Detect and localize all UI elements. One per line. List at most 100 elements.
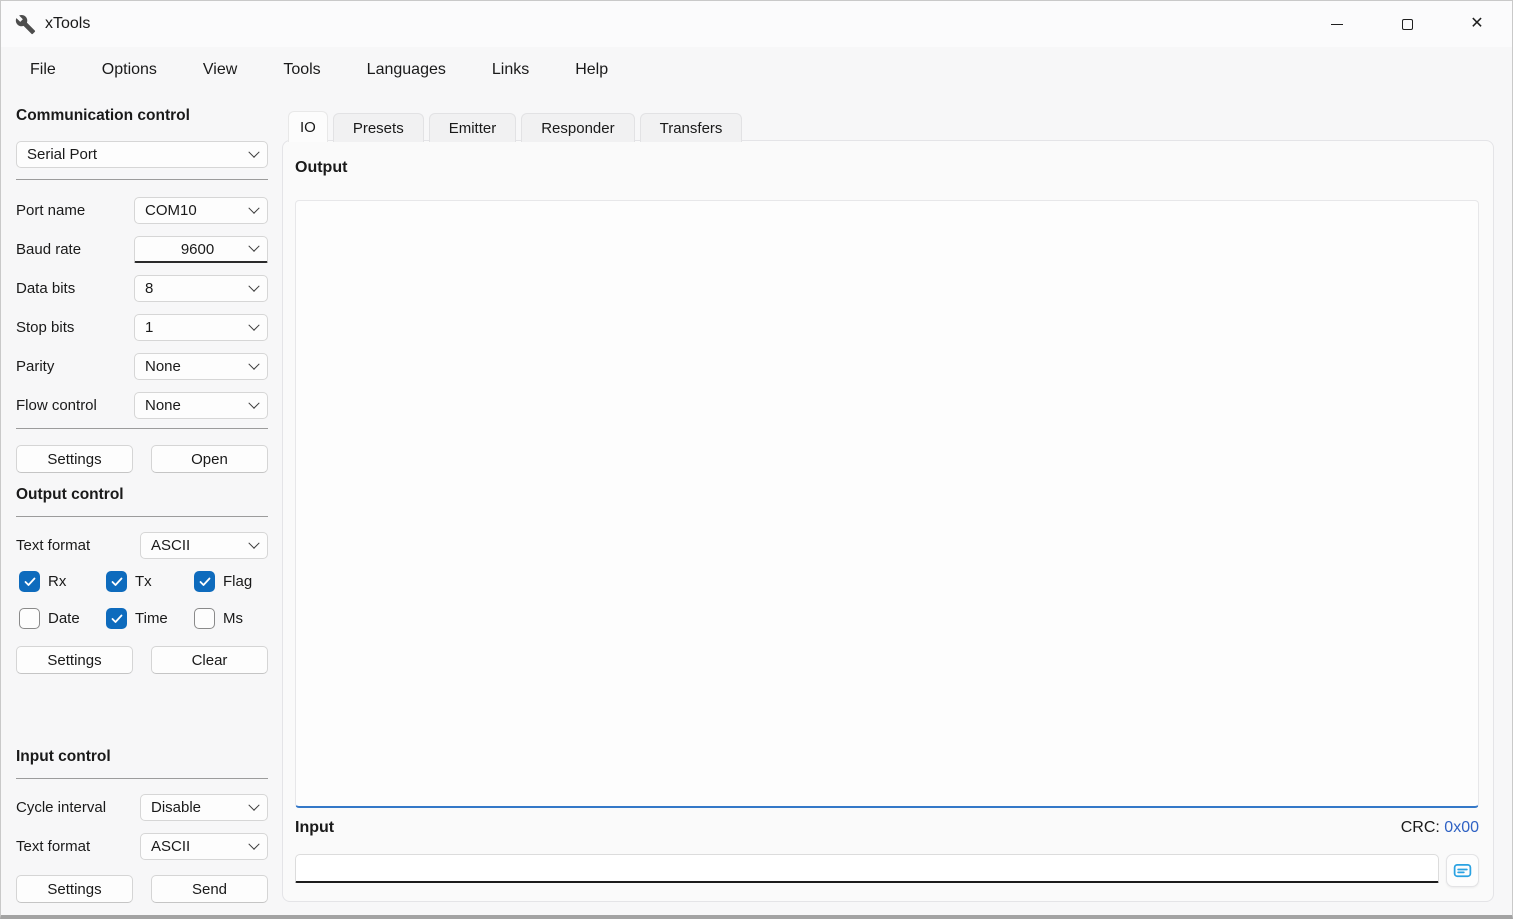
chevron-down-icon [248, 319, 259, 330]
rx-checkbox[interactable]: Rx [19, 571, 106, 592]
device-type-select[interactable]: Serial Port [16, 141, 268, 168]
chevron-down-icon [248, 397, 259, 408]
sidebar: Communication control Serial Port Port n… [16, 107, 268, 903]
parity-label: Parity [16, 358, 54, 375]
communication-control-header: Communication control [16, 107, 268, 129]
cycle-interval-select[interactable]: Disable [140, 794, 268, 821]
close-icon: ✕ [1470, 16, 1483, 32]
caption-buttons: ✕ [1302, 1, 1512, 47]
chevron-down-icon [248, 358, 259, 369]
input-field[interactable] [295, 854, 1439, 883]
text-snippet-icon [1452, 860, 1473, 881]
baud-rate-value: 9600 [145, 241, 250, 258]
flow-control-select[interactable]: None [134, 392, 268, 419]
open-button[interactable]: Open [151, 445, 268, 473]
input-text-format-select[interactable]: ASCII [140, 833, 268, 860]
titlebar: xTools ✕ [1, 1, 1512, 47]
port-name-select[interactable]: COM10 [134, 197, 268, 224]
crc-value: 0x00 [1444, 819, 1479, 836]
menu-view[interactable]: View [180, 55, 260, 85]
checkbox-icon [19, 571, 40, 592]
output-flags: Rx Tx Flag Date Time Ms [16, 571, 268, 629]
minimize-icon [1331, 24, 1343, 25]
chevron-down-icon [248, 838, 259, 849]
stop-bits-label: Stop bits [16, 319, 74, 336]
tab-io[interactable]: IO [288, 111, 328, 142]
checkbox-icon [106, 571, 127, 592]
separator [16, 516, 268, 517]
flow-control-label: Flow control [16, 397, 97, 414]
wrench-icon [15, 13, 37, 35]
port-name-value: COM10 [145, 202, 250, 219]
menu-links[interactable]: Links [469, 55, 552, 85]
output-text-format-select[interactable]: ASCII [140, 532, 268, 559]
tab-emitter[interactable]: Emitter [429, 113, 517, 142]
stop-bits-value: 1 [145, 319, 250, 336]
checkbox-icon [19, 608, 40, 629]
input-settings-popup-button[interactable] [1446, 854, 1479, 887]
baud-rate-select[interactable]: 9600 [134, 236, 268, 263]
port-name-label: Port name [16, 202, 85, 219]
clear-button[interactable]: Clear [151, 646, 268, 674]
minimize-button[interactable] [1302, 1, 1372, 47]
separator [16, 428, 268, 429]
output-section-label: Output [295, 159, 347, 177]
output-settings-button[interactable]: Settings [16, 646, 133, 674]
stop-bits-select[interactable]: 1 [134, 314, 268, 341]
rx-label: Rx [48, 573, 66, 590]
data-bits-select[interactable]: 8 [134, 275, 268, 302]
parity-value: None [145, 358, 250, 375]
output-control-header: Output control [16, 486, 268, 508]
menu-languages[interactable]: Languages [344, 55, 469, 85]
separator [16, 179, 268, 180]
date-checkbox[interactable]: Date [19, 608, 106, 629]
output-area[interactable] [295, 200, 1479, 808]
tx-checkbox[interactable]: Tx [106, 571, 194, 592]
output-text-format-label: Text format [16, 537, 90, 554]
checkbox-icon [194, 608, 215, 629]
output-text-format-value: ASCII [151, 537, 250, 554]
crc-label: CRC: [1401, 819, 1440, 836]
data-bits-label: Data bits [16, 280, 75, 297]
input-control-header: Input control [16, 748, 268, 770]
input-settings-button[interactable]: Settings [16, 875, 133, 903]
tab-responder[interactable]: Responder [521, 113, 634, 142]
maximize-button[interactable] [1372, 1, 1442, 47]
menu-options[interactable]: Options [79, 55, 180, 85]
input-section-label: Input [295, 819, 334, 837]
ms-checkbox[interactable]: Ms [194, 608, 268, 629]
flag-checkbox[interactable]: Flag [194, 571, 268, 592]
device-type-value: Serial Port [27, 146, 250, 163]
tab-transfers[interactable]: Transfers [640, 113, 743, 142]
tab-bar: IO Presets Emitter Responder Transfers [288, 111, 742, 142]
send-button[interactable]: Send [151, 875, 268, 903]
date-label: Date [48, 610, 80, 627]
time-checkbox[interactable]: Time [106, 608, 194, 629]
input-text-format-label: Text format [16, 838, 90, 855]
chevron-down-icon [248, 146, 259, 157]
menu-help[interactable]: Help [552, 55, 631, 85]
ms-label: Ms [223, 610, 243, 627]
data-bits-value: 8 [145, 280, 250, 297]
separator [16, 778, 268, 779]
menu-tools[interactable]: Tools [260, 55, 343, 85]
input-text-format-value: ASCII [151, 838, 250, 855]
chevron-down-icon [248, 280, 259, 291]
cycle-interval-value: Disable [151, 799, 250, 816]
cycle-interval-label: Cycle interval [16, 799, 106, 816]
app-window: xTools ✕ File Options View Tools Languag… [0, 0, 1513, 919]
checkbox-icon [194, 571, 215, 592]
maximize-icon [1402, 19, 1413, 30]
flow-control-value: None [145, 397, 250, 414]
window-title: xTools [45, 15, 90, 33]
menu-file[interactable]: File [7, 55, 79, 85]
close-button[interactable]: ✕ [1442, 1, 1512, 47]
parity-select[interactable]: None [134, 353, 268, 380]
menubar: File Options View Tools Languages Links … [7, 47, 631, 93]
comm-settings-button[interactable]: Settings [16, 445, 133, 473]
tab-presets[interactable]: Presets [333, 113, 424, 142]
chevron-down-icon [248, 202, 259, 213]
chevron-down-icon [248, 537, 259, 548]
chevron-down-icon [248, 241, 259, 252]
checkbox-icon [106, 608, 127, 629]
